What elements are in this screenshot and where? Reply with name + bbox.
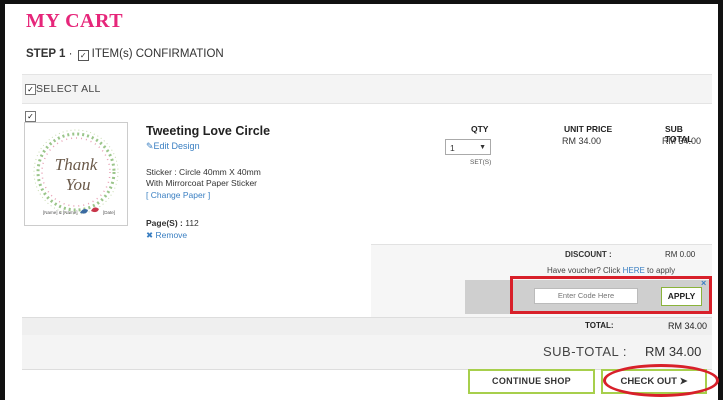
svg-text:[Date]: [Date] bbox=[103, 210, 115, 215]
item-checkbox[interactable]: ✓ bbox=[25, 111, 36, 122]
continue-shop-button[interactable]: CONTINUE SHOP bbox=[468, 369, 595, 394]
discount-value: RM 0.00 bbox=[665, 250, 696, 259]
sub-total-value: RM 34.00 bbox=[645, 344, 702, 359]
remove-x-icon: ✖ bbox=[146, 230, 154, 240]
step-separator: · bbox=[68, 48, 73, 60]
step-number: STEP 1 bbox=[26, 48, 66, 60]
screen-edge-right bbox=[718, 0, 723, 400]
qty-select[interactable]: 1 ▼ bbox=[445, 139, 491, 155]
select-all-label: SELECT ALL bbox=[36, 83, 101, 95]
spec-paper: With Mirrorcoat Paper Sticker bbox=[146, 178, 257, 188]
checkout-button[interactable]: CHECK OUT ➤ bbox=[601, 369, 707, 394]
step-indicator: STEP 1 · ✓ ITEM(s) CONFIRMATION bbox=[26, 48, 224, 61]
total-value: RM 34.00 bbox=[668, 321, 708, 331]
svg-text:[Name] & [Name]: [Name] & [Name] bbox=[43, 210, 78, 215]
screen-edge-left bbox=[0, 0, 5, 400]
pages-count: Page(S) : 112 bbox=[146, 218, 199, 228]
checkbox-icon: ✓ bbox=[77, 50, 89, 61]
spec-size: Sticker : Circle 40mm X 40mm bbox=[146, 167, 261, 177]
qty-unit: SET(S) bbox=[470, 159, 492, 166]
voucher-prompt-after: to apply bbox=[644, 266, 676, 275]
sub-total-label: SUB-TOTAL : bbox=[543, 344, 627, 359]
voucher-prompt-before: Have voucher? Click bbox=[547, 266, 623, 275]
select-all-checkbox[interactable]: ✓ bbox=[25, 84, 36, 95]
svg-text:Thank: Thank bbox=[55, 155, 98, 174]
product-thumbnail[interactable]: Thank You [Name] & [Name] [Date] bbox=[24, 122, 128, 226]
pages-value: 112 bbox=[185, 218, 199, 228]
edit-icon: ✎ bbox=[146, 141, 154, 151]
qty-header: QTY bbox=[471, 124, 489, 134]
remove-label: Remove bbox=[155, 230, 188, 240]
voucher-prompt: Have voucher? Click HERE to apply bbox=[547, 266, 675, 275]
edit-design-link[interactable]: ✎Edit Design bbox=[146, 141, 200, 152]
edit-design-label: Edit Design bbox=[153, 141, 200, 151]
dropdown-arrow-icon: ▼ bbox=[479, 144, 486, 151]
thank-you-sticker-image: Thank You [Name] & [Name] [Date] bbox=[25, 123, 127, 225]
voucher-code-input[interactable] bbox=[534, 288, 638, 304]
step-label: ITEM(s) CONFIRMATION bbox=[91, 48, 224, 60]
apply-button[interactable]: APPLY bbox=[661, 287, 702, 306]
unit-price-header: UNIT PRICE bbox=[564, 124, 613, 134]
change-paper-link[interactable]: [ Change Paper ] bbox=[146, 190, 210, 200]
select-all-bar: ✓ SELECT ALL bbox=[22, 74, 712, 104]
remove-link[interactable]: ✖ Remove bbox=[146, 230, 187, 241]
cart-panel: MY CART STEP 1 · ✓ ITEM(s) CONFIRMATION ✓… bbox=[22, 4, 712, 400]
voucher-here-link[interactable]: HERE bbox=[623, 266, 645, 275]
pages-label: Page(S) : bbox=[146, 218, 183, 228]
total-label: TOTAL: bbox=[585, 321, 614, 330]
unit-price-value: RM 34.00 bbox=[562, 136, 602, 146]
qty-value: 1 bbox=[450, 143, 455, 153]
product-name[interactable]: Tweeting Love Circle bbox=[146, 124, 270, 138]
discount-label: DISCOUNT : bbox=[565, 250, 612, 259]
page-title: MY CART bbox=[26, 10, 124, 32]
svg-text:You: You bbox=[66, 175, 91, 194]
subtotal-value: RM 34.00 bbox=[662, 136, 702, 146]
